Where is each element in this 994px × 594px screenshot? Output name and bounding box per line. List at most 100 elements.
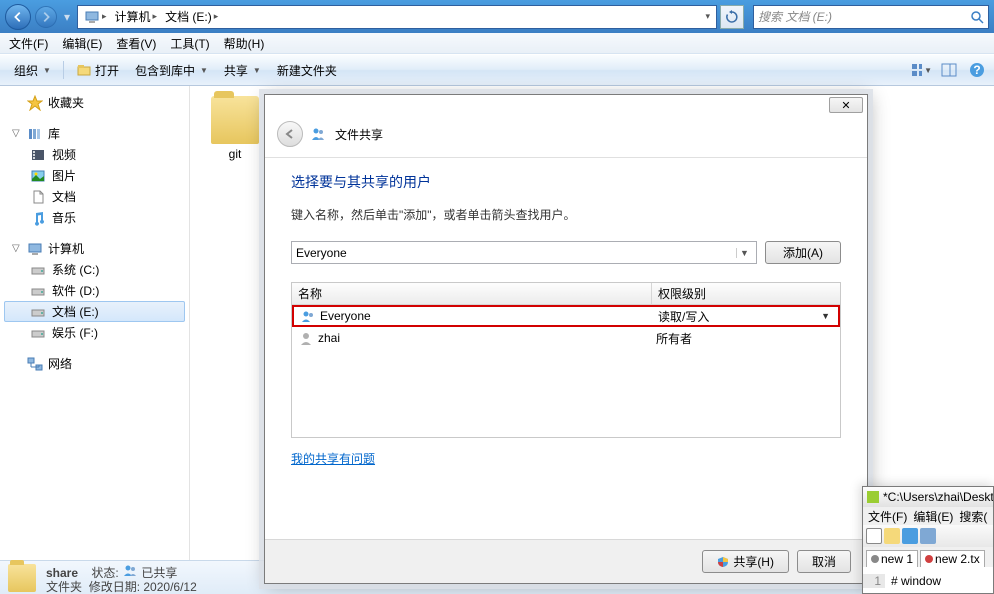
include-in-library-button[interactable]: 包含到库中▼ — [127, 59, 216, 82]
breadcrumb-seg-drive[interactable]: 文档 (E:)▸ — [161, 6, 222, 28]
dialog-back-button[interactable] — [277, 121, 303, 147]
new-folder-button[interactable]: 新建文件夹 — [269, 59, 345, 82]
app-icon — [867, 491, 879, 503]
sidebar-item-videos[interactable]: 视频 — [0, 144, 189, 165]
menu-view[interactable]: 查看(V) — [109, 33, 163, 54]
table-row[interactable]: Everyone 读取/写入▼ — [292, 305, 840, 327]
help-button[interactable]: ? — [966, 59, 988, 81]
sidebar-network[interactable]: 网络 — [0, 353, 189, 374]
status-type: 文件夹 — [46, 580, 82, 594]
video-icon — [30, 147, 46, 163]
sidebar-drive-d[interactable]: 软件 (D:) — [0, 280, 189, 301]
organize-button[interactable]: 组织▼ — [6, 59, 59, 82]
permission-dropdown[interactable]: ▼ — [821, 311, 830, 321]
users-icon — [122, 562, 138, 578]
new-file-icon[interactable] — [866, 528, 882, 544]
menu-file[interactable]: 文件(F) — [2, 33, 55, 54]
editor-menu-search[interactable]: 搜索( — [956, 508, 990, 525]
folder-git[interactable]: git — [205, 96, 265, 161]
sidebar-drive-e[interactable]: 文档 (E:) — [4, 301, 185, 322]
address-bar[interactable]: ▸ 计算机▸ 文档 (E:)▸ ▾ — [77, 5, 717, 29]
open-button[interactable]: 打开 — [68, 59, 127, 82]
library-icon — [27, 126, 43, 142]
status-name: share — [46, 566, 78, 580]
view-options-button[interactable]: ▼ — [910, 59, 932, 81]
star-icon — [27, 95, 43, 111]
navigation-pane: 收藏夹 ▽库 视频 图片 文档 音乐 ▽计算机 系统 (C:) 软件 (D:) … — [0, 86, 190, 560]
editor-tabs: new 1 new 2.tx — [863, 547, 993, 567]
editor-menu-edit[interactable]: 编辑(E) — [910, 508, 956, 525]
menu-help[interactable]: 帮助(H) — [217, 33, 272, 54]
troubleshoot-link[interactable]: 我的共享有问题 — [291, 450, 375, 467]
sidebar-libraries[interactable]: ▽库 — [0, 123, 189, 144]
nav-back-button[interactable] — [5, 4, 31, 30]
save-all-icon[interactable] — [920, 528, 936, 544]
editor-toolbar — [863, 525, 993, 547]
editor-menu-file[interactable]: 文件(F) — [865, 508, 910, 525]
computer-icon — [27, 241, 43, 257]
sidebar-drive-f[interactable]: 娱乐 (F:) — [0, 322, 189, 343]
breadcrumb-seg-computer[interactable]: 计算机▸ — [111, 6, 162, 28]
editor-menu-bar: 文件(F) 编辑(E) 搜索( — [863, 507, 993, 525]
search-icon[interactable] — [970, 10, 984, 24]
search-input[interactable]: 搜索 文档 (E:) — [753, 5, 989, 29]
editor-body[interactable]: 1 # window — [863, 567, 993, 594]
close-button[interactable]: ✕ — [829, 97, 863, 113]
menu-bar: 文件(F) 编辑(E) 查看(V) 工具(T) 帮助(H) — [0, 33, 994, 54]
picture-icon — [30, 168, 46, 184]
sidebar-item-music[interactable]: 音乐 — [0, 207, 189, 228]
search-placeholder: 搜索 文档 (E:) — [758, 8, 832, 25]
editor-tab[interactable]: new 1 — [866, 550, 918, 567]
drive-icon — [30, 283, 46, 299]
window-nav-bar: ▾ ▸ 计算机▸ 文档 (E:)▸ ▾ 搜索 文档 (E:) — [0, 0, 994, 33]
menu-edit[interactable]: 编辑(E) — [55, 33, 109, 54]
drive-icon — [30, 325, 46, 341]
toolbar: 组织▼ 打开 包含到库中▼ 共享▼ 新建文件夹 ▼ ? — [0, 54, 994, 86]
user-icon — [298, 330, 314, 346]
share-with-button[interactable]: 共享▼ — [216, 59, 269, 82]
user-combobox[interactable]: Everyone ▼ — [291, 241, 757, 264]
folder-icon — [8, 564, 36, 592]
save-icon[interactable] — [902, 528, 918, 544]
column-header-permission[interactable]: 权限级别 — [652, 285, 840, 302]
sidebar-drive-c[interactable]: 系统 (C:) — [0, 259, 189, 280]
svg-text:?: ? — [973, 63, 980, 77]
sidebar-item-documents[interactable]: 文档 — [0, 186, 189, 207]
open-file-icon[interactable] — [884, 528, 900, 544]
breadcrumb-dropdown[interactable]: ▾ — [701, 6, 714, 28]
menu-tools[interactable]: 工具(T) — [163, 33, 216, 54]
dialog-subtitle: 键入名称，然后单击"添加"，或者单击箭头查找用户。 — [291, 206, 841, 223]
folder-label: git — [205, 147, 265, 161]
sidebar-item-pictures[interactable]: 图片 — [0, 165, 189, 186]
share-button[interactable]: 共享(H) — [702, 550, 789, 573]
shield-icon — [717, 556, 729, 568]
column-header-name[interactable]: 名称 — [292, 283, 652, 304]
breadcrumb-computer-icon[interactable]: ▸ — [80, 6, 111, 28]
editor-title-bar[interactable]: *C:\Users\zhai\Deskt — [863, 487, 993, 507]
permissions-table: 名称 权限级别 Everyone 读取/写入▼ zhai 所有者 — [291, 282, 841, 438]
network-icon — [27, 356, 43, 372]
line-number: 1 — [863, 574, 885, 588]
sidebar-computer[interactable]: ▽计算机 — [0, 238, 189, 259]
combobox-value: Everyone — [296, 246, 347, 260]
nav-history-dropdown[interactable]: ▾ — [61, 8, 73, 26]
users-icon — [300, 308, 316, 324]
folder-icon — [211, 96, 259, 144]
unsaved-dot-icon — [925, 555, 933, 563]
editor-tab[interactable]: new 2.tx — [920, 550, 985, 567]
code-content: # window — [885, 574, 941, 588]
document-icon — [30, 189, 46, 205]
nav-forward-button[interactable] — [35, 6, 57, 28]
dialog-caption: 文件共享 — [335, 126, 383, 143]
refresh-button[interactable] — [720, 5, 744, 29]
table-row[interactable]: zhai 所有者 — [292, 327, 840, 349]
sidebar-favorites[interactable]: 收藏夹 — [0, 92, 189, 113]
cancel-button[interactable]: 取消 — [797, 550, 851, 573]
chevron-down-icon[interactable]: ▼ — [736, 248, 752, 258]
file-sharing-dialog: ✕ 文件共享 选择要与其共享的用户 键入名称，然后单击"添加"，或者单击箭头查找… — [264, 94, 868, 584]
music-icon — [30, 210, 46, 226]
preview-pane-button[interactable] — [938, 59, 960, 81]
unsaved-dot-icon — [871, 555, 879, 563]
users-icon — [311, 126, 327, 142]
add-button[interactable]: 添加(A) — [765, 241, 841, 264]
